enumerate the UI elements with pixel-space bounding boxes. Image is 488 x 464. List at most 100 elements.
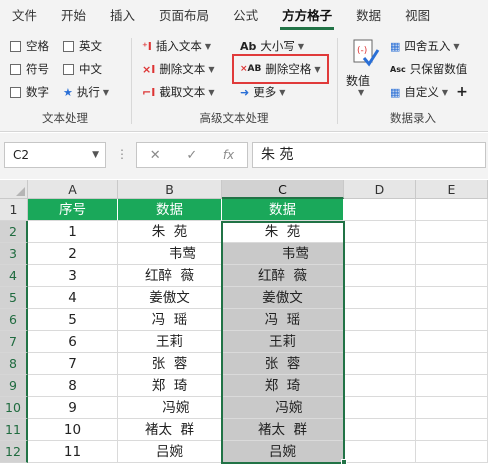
cell-d[interactable] [344, 309, 416, 331]
case-button[interactable]: Ab 大小写 ▼ [240, 36, 304, 56]
cell-e[interactable] [416, 221, 488, 243]
numeric-button[interactable]: (-) 数值 ▼ [346, 36, 382, 97]
cell-b[interactable]: 吕婉 [118, 441, 222, 463]
cell-c[interactable]: 姜傲文 [222, 287, 344, 309]
round-button[interactable]: ▦ 四舍五入 ▼ [390, 36, 460, 56]
checkbox-chinese-box[interactable] [63, 63, 74, 75]
cell-e[interactable] [416, 331, 488, 353]
cell-b[interactable]: 张 蓉 [118, 353, 222, 375]
row-header[interactable]: 1 [0, 199, 28, 221]
cell-d[interactable] [344, 243, 416, 265]
cell-d[interactable] [344, 353, 416, 375]
menu-insert[interactable]: 插入 [98, 0, 147, 32]
cell-c[interactable]: 郑 琦 [222, 375, 344, 397]
cell-a[interactable]: 4 [28, 287, 118, 309]
cell-b[interactable]: 郑 琦 [118, 375, 222, 397]
keep-values-button[interactable]: Asc 只保留数值 [390, 59, 467, 79]
row-header[interactable]: 12 [0, 441, 28, 463]
cell-a[interactable]: 10 [28, 419, 118, 441]
cell-d[interactable] [344, 397, 416, 419]
cell-e[interactable] [416, 419, 488, 441]
row-header[interactable]: 11 [0, 419, 28, 441]
row-header[interactable]: 10 [0, 397, 28, 419]
cell-c[interactable]: 韦莺 [222, 243, 344, 265]
cell-e[interactable] [416, 199, 488, 221]
execute-button[interactable]: ★ 执行 ▼ [63, 82, 109, 102]
row-header[interactable]: 9 [0, 375, 28, 397]
cell-e[interactable] [416, 353, 488, 375]
menu-file[interactable]: 文件 [0, 0, 49, 32]
column-header-e[interactable]: E [416, 180, 488, 199]
cell-c[interactable]: 张 蓉 [222, 353, 344, 375]
column-header-d[interactable]: D [344, 180, 416, 199]
cell-a[interactable]: 5 [28, 309, 118, 331]
cell-a[interactable]: 9 [28, 397, 118, 419]
column-header-c[interactable]: C [222, 180, 344, 199]
cell-b[interactable]: 韦莺 [118, 243, 222, 265]
cell-c[interactable]: 王莉 [222, 331, 344, 353]
cell-a[interactable]: 1 [28, 221, 118, 243]
select-all-button[interactable] [0, 180, 28, 199]
cell-d[interactable] [344, 419, 416, 441]
cell-e[interactable] [416, 309, 488, 331]
cell-d[interactable] [344, 199, 416, 221]
delete-text-button[interactable]: ×I 删除文本 ▼ [142, 59, 214, 79]
cell-c[interactable]: 朱 苑 [222, 221, 344, 243]
cell-a[interactable]: 2 [28, 243, 118, 265]
checkbox-english-box[interactable] [63, 40, 74, 52]
cell-e[interactable] [416, 243, 488, 265]
row-header[interactable]: 6 [0, 309, 28, 331]
checkbox-space-box[interactable] [10, 40, 21, 52]
row-header[interactable]: 2 [0, 221, 28, 243]
chevron-down-icon[interactable]: ▼ [92, 143, 99, 167]
cell-e[interactable] [416, 441, 488, 463]
row-header[interactable]: 8 [0, 353, 28, 375]
cell-b[interactable]: 王莉 [118, 331, 222, 353]
row-header[interactable]: 4 [0, 265, 28, 287]
insert-text-button[interactable]: ⁺I 插入文本 ▼ [142, 36, 211, 56]
cell-c[interactable]: 红醉 薇 [222, 265, 344, 287]
cell-b[interactable]: 姜傲文 [118, 287, 222, 309]
cell-e[interactable] [416, 265, 488, 287]
cell-d[interactable] [344, 441, 416, 463]
cell-c[interactable]: 冯婉 [222, 397, 344, 419]
cell-a[interactable]: 7 [28, 353, 118, 375]
cell-e[interactable] [416, 397, 488, 419]
cell-d[interactable] [344, 287, 416, 309]
plus-icon[interactable]: + [456, 84, 468, 100]
fill-handle[interactable] [341, 459, 347, 464]
checkbox-symbol-box[interactable] [10, 63, 21, 75]
cell-c[interactable]: 褚太 群 [222, 419, 344, 441]
cell-d[interactable] [344, 375, 416, 397]
row-header[interactable]: 3 [0, 243, 28, 265]
extract-text-button[interactable]: ⌐I 截取文本 ▼ [142, 82, 214, 102]
cell-b[interactable]: 红醉 薇 [118, 265, 222, 287]
checkbox-space[interactable]: 空格 [10, 36, 49, 56]
cell-c[interactable]: 数据 [222, 199, 344, 221]
checkbox-number[interactable]: 数字 [10, 82, 49, 102]
menu-data[interactable]: 数据 [344, 0, 393, 32]
menu-formulas[interactable]: 公式 [221, 0, 270, 32]
checkbox-symbol[interactable]: 符号 [10, 59, 49, 79]
cancel-icon[interactable]: ✕ [150, 148, 161, 163]
cell-b[interactable]: 冯婉 [118, 397, 222, 419]
menu-fangfang-gezi[interactable]: 方方格子 [270, 0, 344, 32]
custom-button[interactable]: ▦ 自定义 ▼ + [390, 82, 468, 102]
cell-b[interactable]: 数据 [118, 199, 222, 221]
cell-a[interactable]: 6 [28, 331, 118, 353]
checkbox-english[interactable]: 英文 [63, 36, 102, 56]
menu-view[interactable]: 视图 [393, 0, 442, 32]
cell-a[interactable]: 11 [28, 441, 118, 463]
checkbox-chinese[interactable]: 中文 [63, 59, 102, 79]
fx-icon[interactable]: fx [223, 148, 234, 162]
cell-b[interactable]: 冯 瑶 [118, 309, 222, 331]
menu-home[interactable]: 开始 [49, 0, 98, 32]
row-header[interactable]: 7 [0, 331, 28, 353]
cell-c[interactable]: 冯 瑶 [222, 309, 344, 331]
column-header-a[interactable]: A [28, 180, 118, 199]
cell-e[interactable] [416, 375, 488, 397]
cell-e[interactable] [416, 287, 488, 309]
cell-d[interactable] [344, 265, 416, 287]
row-header[interactable]: 5 [0, 287, 28, 309]
cell-d[interactable] [344, 331, 416, 353]
